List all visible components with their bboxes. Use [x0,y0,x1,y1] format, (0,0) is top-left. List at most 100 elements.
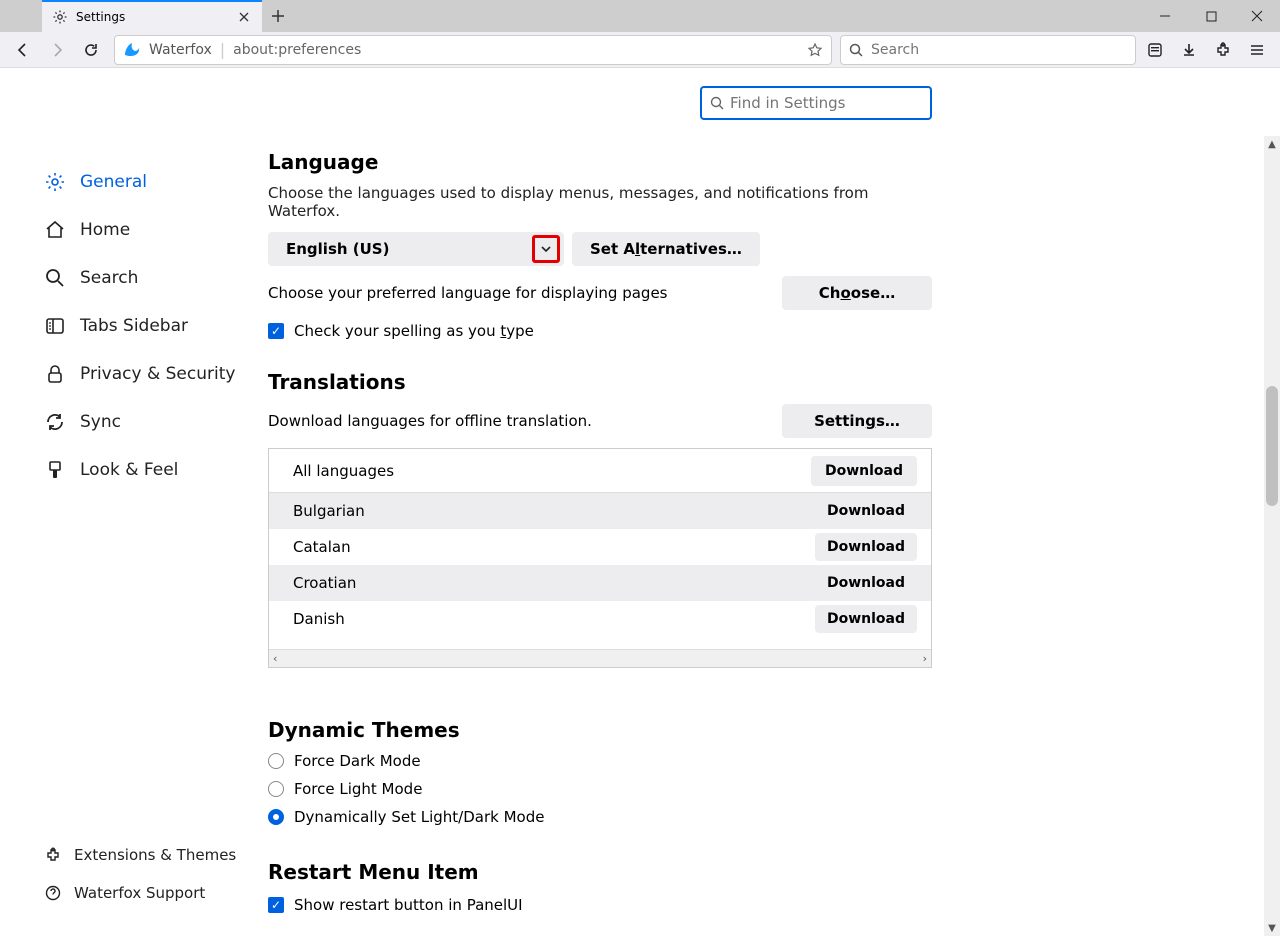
language-name: Bulgarian [293,502,365,520]
radio-label: Force Dark Mode [294,752,421,770]
maximize-button[interactable] [1188,0,1234,32]
minimize-button[interactable] [1142,0,1188,32]
waterfox-logo-icon [123,41,141,59]
sidebar-item-look-feel[interactable]: Look & Feel [44,446,268,494]
sidebar-item-sync[interactable]: Sync [44,398,268,446]
chevron-down-icon[interactable] [532,235,560,263]
radio-force-dark[interactable]: Force Dark Mode [268,752,932,770]
url-text: about:preferences [233,42,361,58]
window-close-button[interactable] [1234,0,1280,32]
home-icon [44,219,66,241]
scrollbar-thumb[interactable] [1266,386,1278,506]
content: General Home Search Tabs Sidebar Privacy… [0,68,1280,936]
choose-button[interactable]: Choose… [782,276,932,310]
lock-icon [44,363,66,385]
bookmark-star-icon[interactable] [807,42,823,58]
vertical-scrollbar[interactable]: ▲ ▼ [1264,136,1280,936]
sidebar-item-label: Home [80,220,130,240]
language-list-header: All languages Download [269,449,931,493]
tab-title: Settings [76,10,228,24]
translations-heading: Translations [268,370,932,394]
sidebar: General Home Search Tabs Sidebar Privacy… [0,68,268,936]
brush-icon [44,459,66,481]
restart-heading: Restart Menu Item [268,860,932,884]
spellcheck-label: Check your spelling as you type [294,322,534,340]
save-to-pocket-icon[interactable] [1140,35,1170,65]
window-controls [1142,0,1280,32]
translations-settings-button[interactable]: Settings… [782,404,932,438]
sidebar-icon [44,315,66,337]
language-name: Catalan [293,538,351,556]
language-dropdown[interactable]: English (US) [268,232,564,266]
download-button[interactable]: Download [815,605,917,633]
checkbox-checked-icon[interactable]: ✓ [268,323,284,339]
search-icon [710,96,724,110]
language-list-body[interactable]: BulgarianDownload CatalanDownload Croati… [269,493,931,649]
radio-icon[interactable] [268,781,284,797]
set-alternatives-button[interactable]: Set Alternatives… [572,232,760,266]
show-restart-checkbox-row[interactable]: ✓ Show restart button in PanelUI [268,896,932,914]
forward-button[interactable] [42,35,72,65]
find-in-settings[interactable] [700,86,932,120]
search-icon [44,267,66,289]
all-languages-label: All languages [293,462,394,480]
show-restart-label: Show restart button in PanelUI [294,896,523,914]
help-icon [44,884,62,902]
sidebar-item-search[interactable]: Search [44,254,268,302]
language-description: Choose the languages used to display men… [268,184,932,220]
language-heading: Language [268,150,932,174]
sidebar-item-home[interactable]: Home [44,206,268,254]
radio-checked-icon[interactable] [268,809,284,825]
scroll-down-icon[interactable]: ▼ [1264,920,1280,936]
identity-label: Waterfox [149,42,212,58]
tab-strip: Settings [0,0,294,32]
download-button[interactable]: Download [815,569,917,597]
sidebar-item-privacy[interactable]: Privacy & Security [44,350,268,398]
titlebar: Settings [0,0,1280,32]
scroll-right-icon[interactable]: › [923,652,927,665]
sidebar-item-label: Privacy & Security [80,364,235,384]
scroll-up-icon[interactable]: ▲ [1264,136,1280,152]
downloads-icon[interactable] [1174,35,1204,65]
sidebar-item-label: Look & Feel [80,460,178,480]
find-input[interactable] [730,94,924,112]
translations-description: Download languages for offline translati… [268,412,592,430]
sidebar-item-label: Extensions & Themes [74,846,236,864]
sidebar-extensions-themes[interactable]: Extensions & Themes [44,836,268,874]
radio-label: Dynamically Set Light/Dark Mode [294,808,544,826]
horizontal-scrollbar[interactable]: ‹› [269,649,931,667]
sidebar-item-general[interactable]: General [44,158,268,206]
reload-button[interactable] [76,35,106,65]
download-button[interactable]: Download [815,497,917,525]
back-button[interactable] [8,35,38,65]
tab-settings[interactable]: Settings [42,0,262,32]
radio-icon[interactable] [268,753,284,769]
list-item: Bulgarian Download [269,493,931,529]
gear-icon [44,171,66,193]
puzzle-icon [44,846,62,864]
dropdown-value: English (US) [286,240,389,258]
scroll-left-icon[interactable]: ‹ [273,652,277,665]
download-all-button[interactable]: Download [811,456,917,486]
close-icon[interactable] [236,9,252,25]
dynamic-themes-heading: Dynamic Themes [268,718,932,742]
toolbar: Waterfox | about:preferences [0,32,1280,68]
language-name: Danish [293,610,345,628]
checkbox-checked-icon[interactable]: ✓ [268,897,284,913]
sidebar-item-label: Tabs Sidebar [80,316,188,336]
search-input[interactable] [871,42,1127,58]
search-bar[interactable] [840,35,1136,65]
extensions-icon[interactable] [1208,35,1238,65]
page-language-description: Choose your preferred language for displ… [268,284,668,302]
radio-force-light[interactable]: Force Light Mode [268,780,932,798]
sidebar-item-tabs-sidebar[interactable]: Tabs Sidebar [44,302,268,350]
main-panel: Language Choose the languages used to di… [268,68,1280,936]
new-tab-button[interactable] [262,0,294,32]
sidebar-support[interactable]: Waterfox Support [44,874,268,912]
radio-dynamic[interactable]: Dynamically Set Light/Dark Mode [268,808,932,826]
download-button[interactable]: Download [815,533,917,561]
url-bar[interactable]: Waterfox | about:preferences [114,35,832,65]
menu-icon[interactable] [1242,35,1272,65]
spellcheck-checkbox-row[interactable]: ✓ Check your spelling as you type [268,322,932,340]
sidebar-item-label: General [80,172,147,192]
